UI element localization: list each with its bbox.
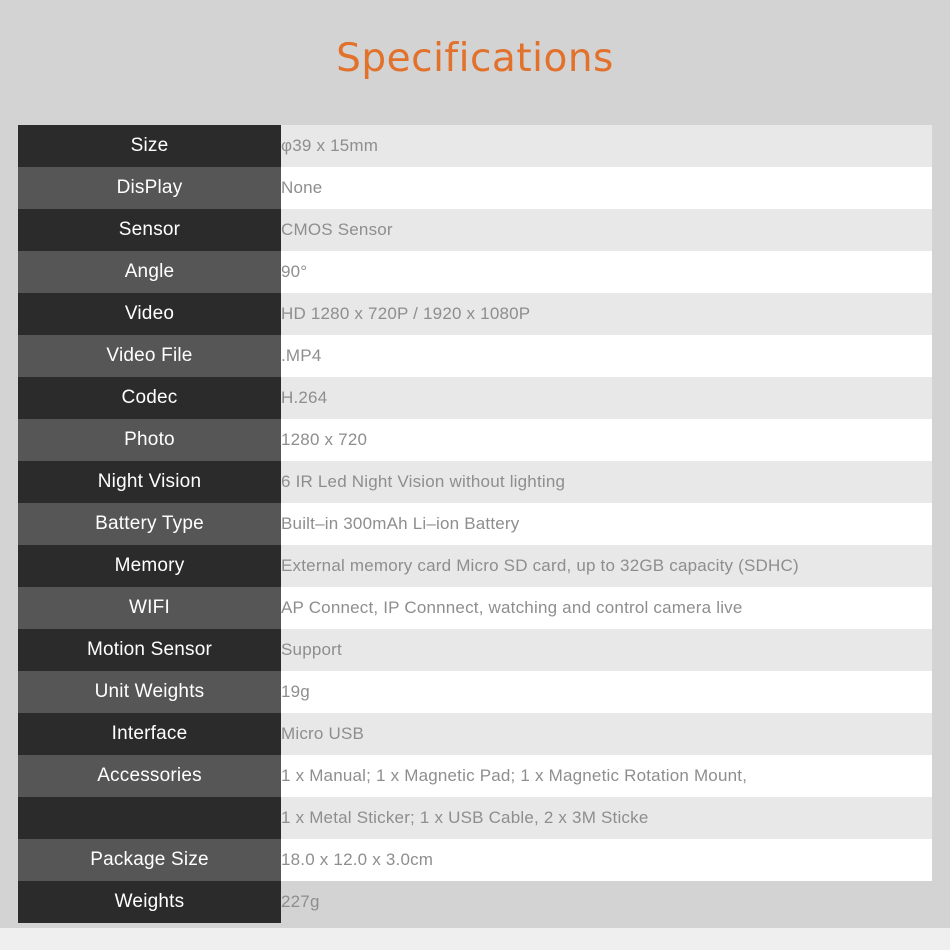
table-row: Photo 1280 x 720	[18, 419, 932, 461]
spec-label-cell: Size	[18, 125, 281, 167]
spec-label-cell: Battery Type	[18, 503, 281, 545]
specifications-page: Specifications Size φ39 x 15mm DisPlay None…	[0, 0, 950, 950]
spec-value-cell: Built–in 300mAh Li–ion Battery	[281, 503, 932, 545]
table-row: Night Vision 6 IR Led Night Vision withou…	[18, 461, 932, 503]
table-row: Sensor CMOS Sensor	[18, 209, 932, 251]
spec-value-cell: AP Connect, IP Connnect, watching and co…	[281, 587, 932, 629]
spec-label-cell	[18, 797, 281, 839]
spec-value-cell: 6 IR Led Night Vision without lighting	[281, 461, 932, 503]
table-row: Package Size 18.0 x 12.0 x 3.0cm	[18, 839, 932, 881]
table-row: Memory External memory card Micro SD card…	[18, 545, 932, 587]
table-row: DisPlay None	[18, 167, 932, 209]
table-row: Video File .MP4	[18, 335, 932, 377]
page-bottom-strip	[0, 928, 950, 950]
spec-value-cell: Support	[281, 629, 932, 671]
specifications-table-body: Size φ39 x 15mm DisPlay None Sensor CMOS Sens…	[18, 125, 932, 923]
table-row: Weights 227g	[18, 881, 932, 923]
spec-label-cell: Interface	[18, 713, 281, 755]
spec-label-cell: Video	[18, 293, 281, 335]
spec-value-cell: 227g	[281, 881, 932, 923]
table-row: Motion Sensor Support	[18, 629, 932, 671]
spec-value-cell: 90°	[281, 251, 932, 293]
spec-value-cell: 18.0 x 12.0 x 3.0cm	[281, 839, 932, 881]
table-row: Unit Weights 19g	[18, 671, 932, 713]
spec-label-cell: Motion Sensor	[18, 629, 281, 671]
spec-value-cell: None	[281, 167, 932, 209]
table-row: Interface Micro USB	[18, 713, 932, 755]
spec-value-cell: 1 x Manual; 1 x Magnetic Pad; 1 x Magnet…	[281, 755, 932, 797]
spec-label-cell: Accessories	[18, 755, 281, 797]
spec-value-cell: H.264	[281, 377, 932, 419]
table-row: 1 x Metal Sticker; 1 x USB Cable, 2 x 3M…	[18, 797, 932, 839]
table-row: Accessories 1 x Manual; 1 x Magnetic Pad;…	[18, 755, 932, 797]
spec-value-cell: HD 1280 x 720P / 1920 x 1080P	[281, 293, 932, 335]
spec-label-cell: Weights	[18, 881, 281, 923]
spec-value-cell: 19g	[281, 671, 932, 713]
spec-label-cell: Night Vision	[18, 461, 281, 503]
specifications-table: Size φ39 x 15mm DisPlay None Sensor CMOS Sens…	[18, 125, 932, 923]
page-title: Specifications	[336, 36, 614, 81]
spec-label-cell: Video File	[18, 335, 281, 377]
spec-label-cell: Unit Weights	[18, 671, 281, 713]
page-title-bar: Specifications	[0, 0, 950, 125]
spec-value-cell: φ39 x 15mm	[281, 125, 932, 167]
table-row: Battery Type Built–in 300mAh Li–ion Batte…	[18, 503, 932, 545]
table-row: Video HD 1280 x 720P / 1920 x 1080P	[18, 293, 932, 335]
spec-label-cell: Photo	[18, 419, 281, 461]
spec-value-cell: .MP4	[281, 335, 932, 377]
spec-label-cell: Memory	[18, 545, 281, 587]
spec-label-cell: Codec	[18, 377, 281, 419]
table-row: Codec H.264	[18, 377, 932, 419]
spec-label-cell: Angle	[18, 251, 281, 293]
spec-value-cell: 1 x Metal Sticker; 1 x USB Cable, 2 x 3M…	[281, 797, 932, 839]
spec-label-cell: Sensor	[18, 209, 281, 251]
spec-value-cell: CMOS Sensor	[281, 209, 932, 251]
spec-value-cell: Micro USB	[281, 713, 932, 755]
table-row: WIFI AP Connect, IP Connnect, watching an…	[18, 587, 932, 629]
spec-label-cell: Package Size	[18, 839, 281, 881]
table-row: Angle 90°	[18, 251, 932, 293]
spec-value-cell: 1280 x 720	[281, 419, 932, 461]
spec-label-cell: WIFI	[18, 587, 281, 629]
spec-label-cell: DisPlay	[18, 167, 281, 209]
table-row: Size φ39 x 15mm	[18, 125, 932, 167]
spec-value-cell: External memory card Micro SD card, up t…	[281, 545, 932, 587]
